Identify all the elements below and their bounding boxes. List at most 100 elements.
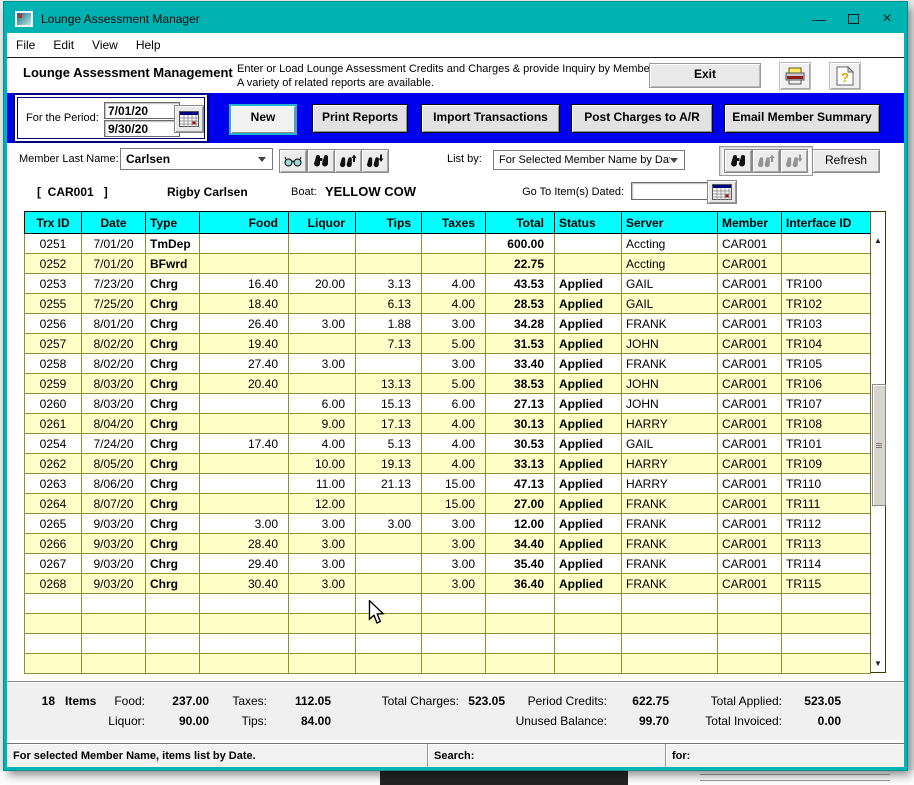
cell-type[interactable]: Chrg	[146, 554, 200, 574]
cell-member[interactable]: CAR001	[718, 254, 782, 274]
exit-button[interactable]: Exit	[649, 63, 761, 88]
table-row[interactable]: 02679/03/20Chrg29.403.003.0035.40Applied…	[25, 554, 871, 574]
column-header-total[interactable]: Total	[486, 212, 555, 234]
cell-taxes[interactable]: 4.00	[422, 434, 486, 454]
title-bar[interactable]: Lounge Assessment Manager — ×	[7, 5, 904, 33]
cell-total[interactable]: 27.00	[486, 494, 555, 514]
table-row[interactable]: 02527/01/20BFwrd22.75AcctingCAR001	[25, 254, 871, 274]
table-row[interactable]: 02689/03/20Chrg30.403.003.0036.40Applied…	[25, 574, 871, 594]
cell-date[interactable]: 7/25/20	[82, 294, 146, 314]
cell-trx-id[interactable]: 0257	[25, 334, 82, 354]
column-header-tips[interactable]: Tips	[356, 212, 422, 234]
cell-total[interactable]: 30.53	[486, 434, 555, 454]
cell-trx-id[interactable]: 0264	[25, 494, 82, 514]
cell-date[interactable]	[82, 634, 146, 654]
cell-food[interactable]	[200, 254, 289, 274]
cell-type[interactable]: Chrg	[146, 354, 200, 374]
cell-food[interactable]	[200, 634, 289, 654]
cell-liquor[interactable]: 12.00	[289, 494, 356, 514]
cell-member[interactable]	[718, 614, 782, 634]
table-row-empty[interactable]	[25, 654, 871, 674]
cell-date[interactable]: 7/23/20	[82, 274, 146, 294]
cell-server[interactable]	[622, 634, 718, 654]
cell-trx-id[interactable]: 0263	[25, 474, 82, 494]
menu-edit[interactable]: Edit	[44, 33, 83, 57]
cell-status[interactable]: Applied	[555, 474, 622, 494]
cell-server[interactable]: JOHN	[622, 374, 718, 394]
cell-liquor[interactable]: 6.00	[289, 394, 356, 414]
cell-liquor[interactable]	[289, 594, 356, 614]
cell-trx-id[interactable]	[25, 634, 82, 654]
cell-taxes[interactable]: 15.00	[422, 474, 486, 494]
cell-taxes[interactable]	[422, 614, 486, 634]
cell-taxes[interactable]: 4.00	[422, 274, 486, 294]
cell-total[interactable]: 43.53	[486, 274, 555, 294]
cell-food[interactable]	[200, 454, 289, 474]
cell-member[interactable]	[718, 654, 782, 674]
cell-trx-id[interactable]: 0262	[25, 454, 82, 474]
cell-tips[interactable]: 3.00	[356, 514, 422, 534]
cell-type[interactable]: Chrg	[146, 494, 200, 514]
cell-total[interactable]: 12.00	[486, 514, 555, 534]
cell-taxes[interactable]: 5.00	[422, 374, 486, 394]
cell-status[interactable]: Applied	[555, 334, 622, 354]
table-row[interactable]: 02608/03/20Chrg6.0015.136.0027.13Applied…	[25, 394, 871, 414]
cell-tips[interactable]	[356, 654, 422, 674]
cell-trx-id[interactable]: 0254	[25, 434, 82, 454]
table-row[interactable]: 02638/06/20Chrg11.0021.1315.0047.13Appli…	[25, 474, 871, 494]
cell-tips[interactable]: 6.13	[356, 294, 422, 314]
cell-trx-id[interactable]: 0259	[25, 374, 82, 394]
cell-status[interactable]	[555, 254, 622, 274]
cell-date[interactable]: 7/01/20	[82, 234, 146, 254]
cell-status[interactable]	[555, 654, 622, 674]
cell-type[interactable]	[146, 634, 200, 654]
cell-food[interactable]: 26.40	[200, 314, 289, 334]
cell-status[interactable]: Applied	[555, 394, 622, 414]
cell-tips[interactable]: 15.13	[356, 394, 422, 414]
grid-vertical-scrollbar[interactable]: ▲ ▼	[870, 211, 886, 673]
cell-food[interactable]	[200, 234, 289, 254]
cell-total[interactable]: 30.13	[486, 414, 555, 434]
cell-liquor[interactable]: 3.00	[289, 314, 356, 334]
cell-server[interactable]: HARRY	[622, 414, 718, 434]
cell-trx-id[interactable]: 0260	[25, 394, 82, 414]
cell-tips[interactable]: 19.13	[356, 454, 422, 474]
cell-tips[interactable]	[356, 614, 422, 634]
cell-interface-id[interactable]: TR106	[782, 374, 871, 394]
column-header-server[interactable]: Server	[622, 212, 718, 234]
table-row[interactable]: 02578/02/20Chrg19.407.135.0031.53Applied…	[25, 334, 871, 354]
cell-interface-id[interactable]: TR100	[782, 274, 871, 294]
cell-status[interactable]: Applied	[555, 274, 622, 294]
cell-taxes[interactable]	[422, 254, 486, 274]
cell-food[interactable]	[200, 474, 289, 494]
cell-type[interactable]	[146, 594, 200, 614]
cell-total[interactable]: 35.40	[486, 554, 555, 574]
cell-server[interactable]: HARRY	[622, 454, 718, 474]
cell-liquor[interactable]	[289, 374, 356, 394]
cell-date[interactable]: 8/04/20	[82, 414, 146, 434]
cell-liquor[interactable]	[289, 614, 356, 634]
cell-member[interactable]: CAR001	[718, 534, 782, 554]
cell-food[interactable]	[200, 594, 289, 614]
cell-tips[interactable]: 3.13	[356, 274, 422, 294]
menu-view[interactable]: View	[83, 33, 127, 57]
column-header-date[interactable]: Date	[82, 212, 146, 234]
cell-interface-id[interactable]: TR107	[782, 394, 871, 414]
table-row[interactable]: 02659/03/20Chrg3.003.003.003.0012.00Appl…	[25, 514, 871, 534]
cell-food[interactable]: 20.40	[200, 374, 289, 394]
cell-interface-id[interactable]: TR114	[782, 554, 871, 574]
scrollbar-thumb[interactable]	[872, 384, 886, 506]
cell-interface-id[interactable]	[782, 254, 871, 274]
cell-member[interactable]: CAR001	[718, 514, 782, 534]
cell-interface-id[interactable]: TR104	[782, 334, 871, 354]
cell-food[interactable]	[200, 494, 289, 514]
cell-liquor[interactable]: 3.00	[289, 514, 356, 534]
cell-date[interactable]	[82, 654, 146, 674]
cell-total[interactable]: 34.40	[486, 534, 555, 554]
cell-taxes[interactable]: 4.00	[422, 454, 486, 474]
cell-type[interactable]: Chrg	[146, 274, 200, 294]
table-row[interactable]: 02557/25/20Chrg18.406.134.0028.53Applied…	[25, 294, 871, 314]
cell-liquor[interactable]: 3.00	[289, 534, 356, 554]
cell-date[interactable]	[82, 594, 146, 614]
column-header-food[interactable]: Food	[200, 212, 289, 234]
